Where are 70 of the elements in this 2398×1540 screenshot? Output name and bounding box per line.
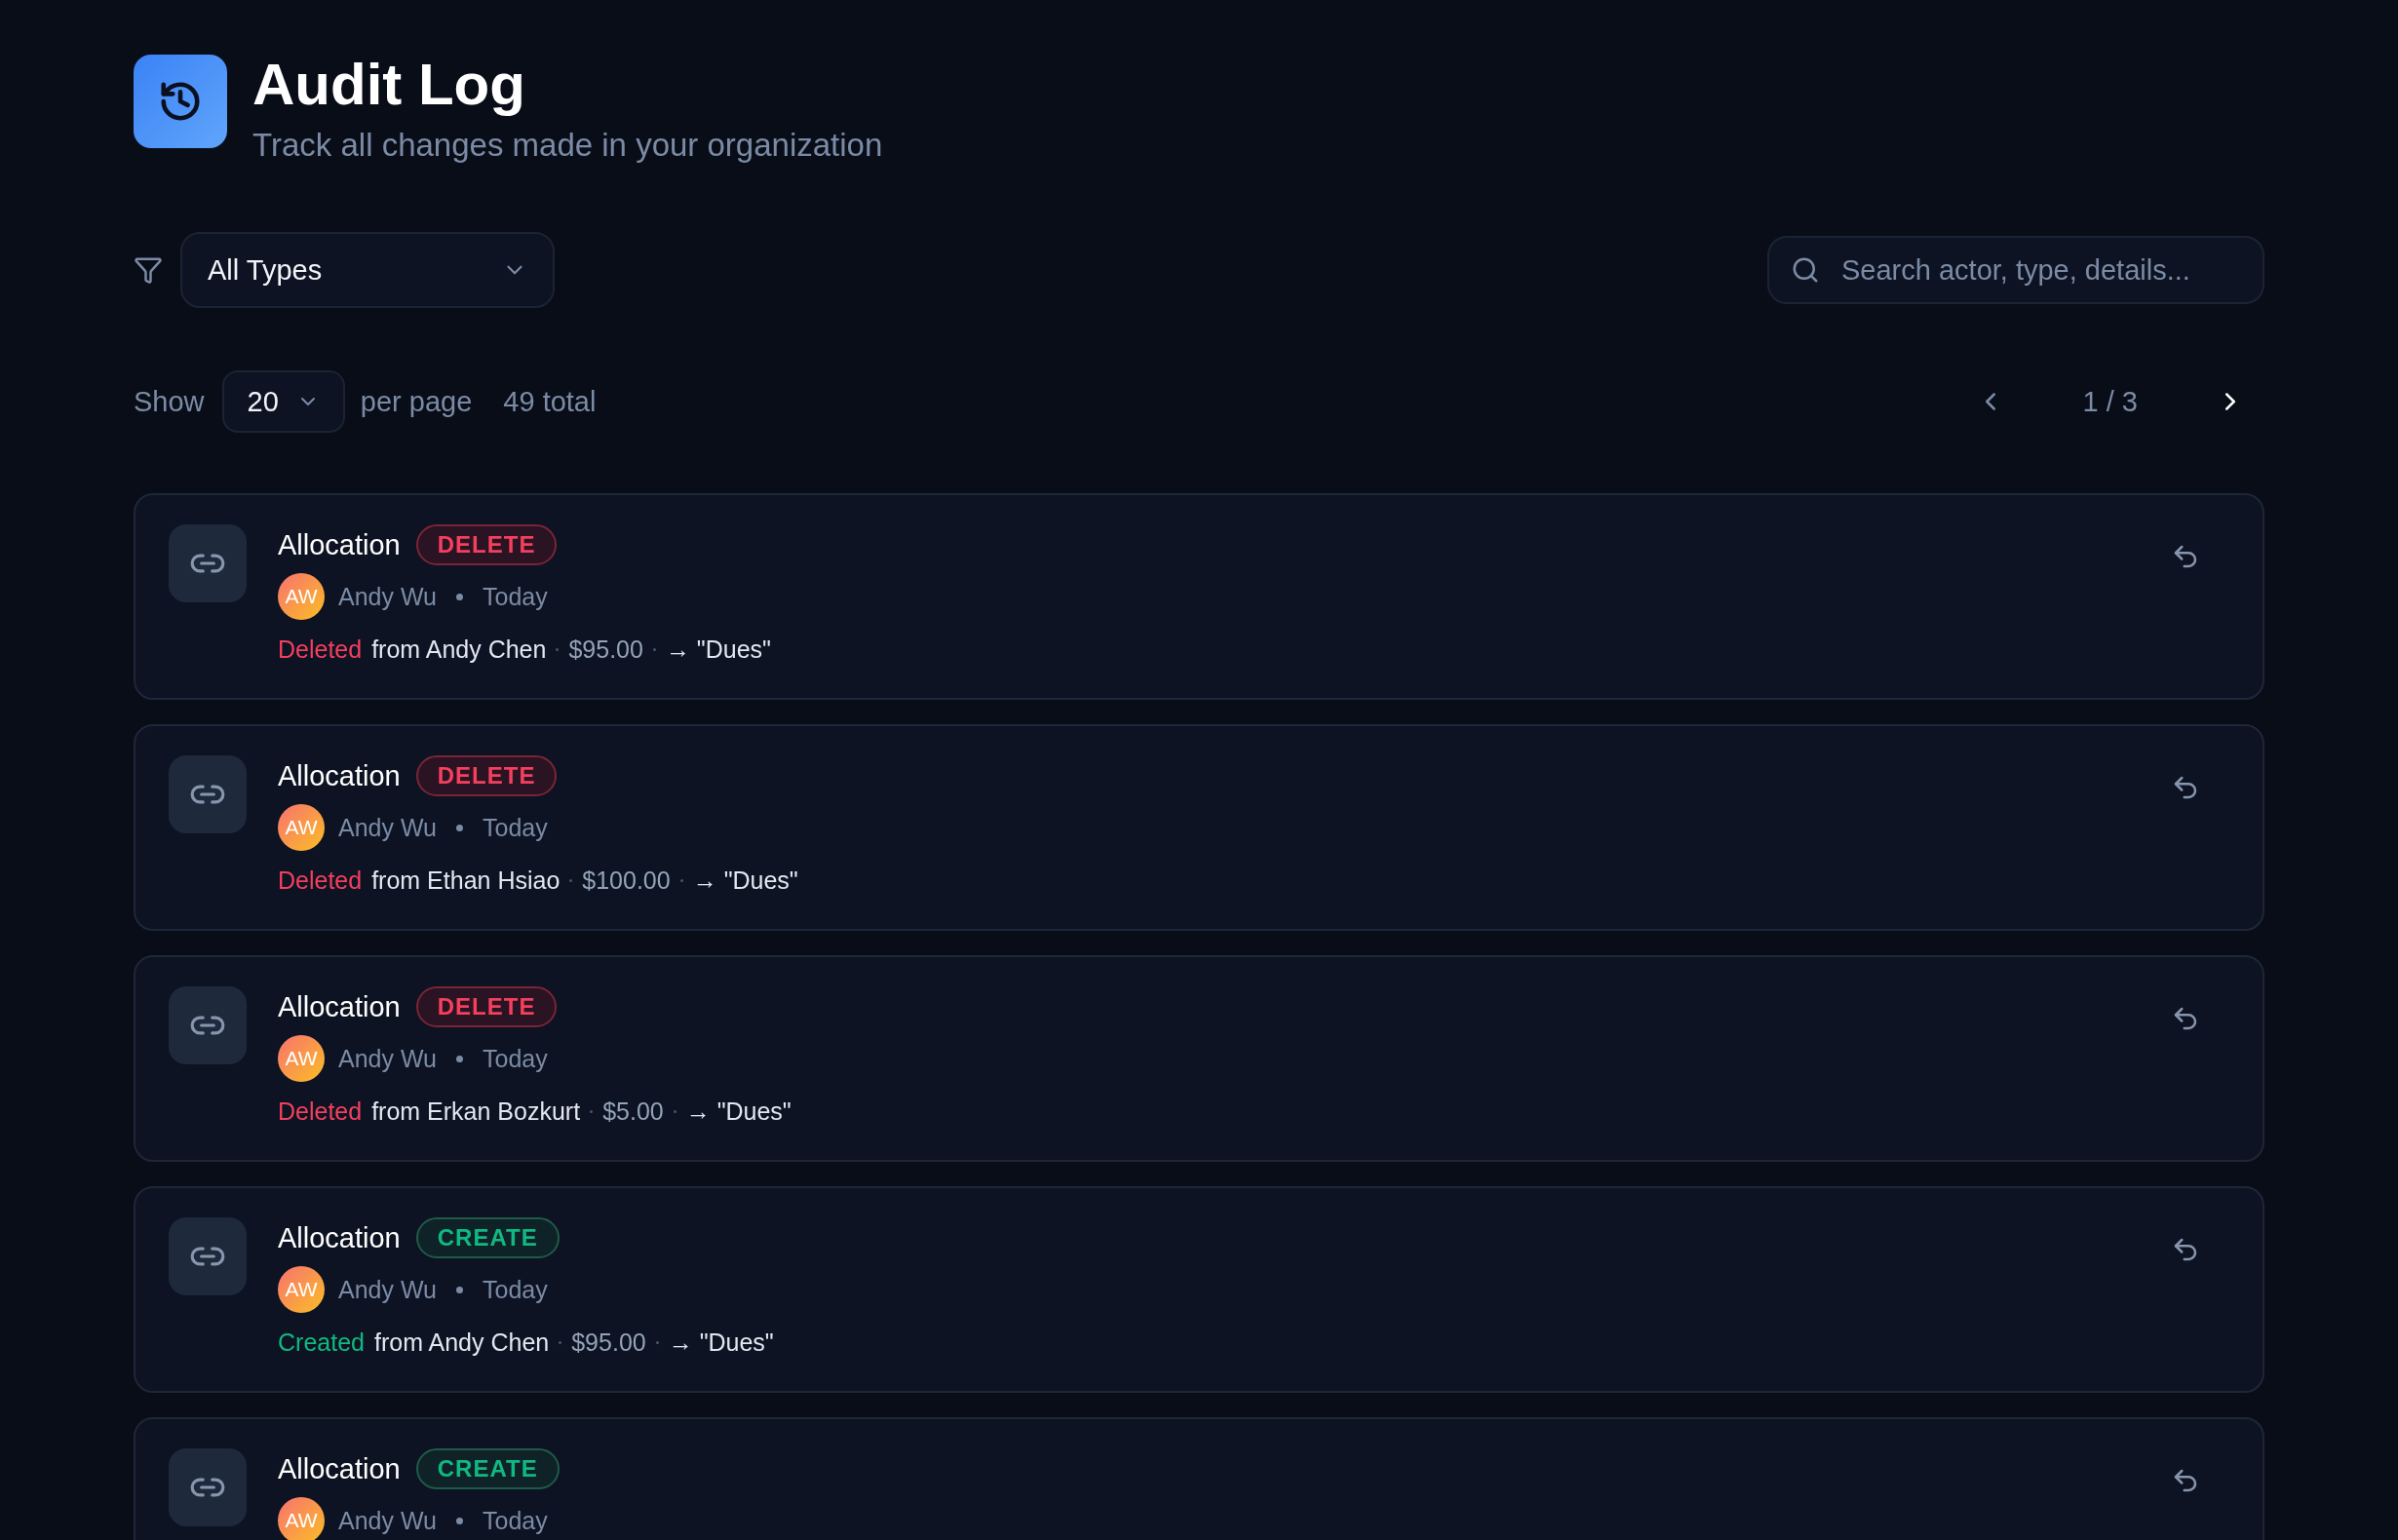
type-select[interactable]: All Types xyxy=(180,232,555,308)
search-field[interactable]: Search actor, type, details... xyxy=(1767,236,2264,304)
per-page-label: per page xyxy=(360,385,473,418)
actor-name: Andy Wu xyxy=(338,1275,437,1304)
filter-icon xyxy=(134,255,163,285)
separator-dot xyxy=(456,1517,463,1524)
link-icon xyxy=(169,524,247,602)
separator-dot xyxy=(456,1055,463,1062)
source-text: from Andy Chen xyxy=(371,635,547,664)
page-size-select[interactable]: 20 xyxy=(221,370,345,433)
separator-dot xyxy=(590,1110,594,1113)
total-count: 49 total xyxy=(503,385,597,418)
target-text: → "Dues" xyxy=(665,635,771,664)
entity-name: Allocation xyxy=(278,990,401,1023)
timestamp: Today xyxy=(483,1506,548,1535)
separator-dot xyxy=(569,879,573,882)
search-icon xyxy=(1791,255,1820,285)
actor-name: Andy Wu xyxy=(338,1044,437,1073)
separator-dot xyxy=(559,1341,562,1344)
separator-dot xyxy=(679,879,683,882)
action-verb: Deleted xyxy=(278,866,363,895)
entity-name: Allocation xyxy=(278,1221,401,1254)
page-title: Audit Log xyxy=(252,53,526,117)
avatar: AW xyxy=(278,804,325,851)
source-text: from Erkan Bozkurt xyxy=(371,1097,581,1126)
action-badge: DELETE xyxy=(415,986,558,1027)
target-text: → "Dues" xyxy=(668,1328,774,1357)
avatar: AW xyxy=(278,573,325,620)
avatar: AW xyxy=(278,1497,325,1540)
amount: $95.00 xyxy=(568,635,643,664)
timestamp: Today xyxy=(483,582,548,611)
separator-dot xyxy=(655,1341,659,1344)
actor-name: Andy Wu xyxy=(338,1506,437,1535)
action-badge: DELETE xyxy=(415,755,558,796)
link-icon xyxy=(169,986,247,1064)
entity-name: Allocation xyxy=(278,528,401,561)
target-text: → "Dues" xyxy=(685,1097,792,1126)
source-text: from Andy Chen xyxy=(373,1328,550,1357)
amount: $95.00 xyxy=(571,1328,646,1357)
page-indicator: 1 / 3 xyxy=(2082,385,2138,418)
link-icon xyxy=(169,1448,247,1526)
link-icon xyxy=(169,1217,247,1295)
action-badge: DELETE xyxy=(415,524,558,565)
avatar: AW xyxy=(278,1035,325,1082)
entity-name: Allocation xyxy=(278,1452,401,1485)
action-verb: Deleted xyxy=(278,635,363,664)
timestamp: Today xyxy=(483,1044,548,1073)
amount: $100.00 xyxy=(582,866,671,895)
action-verb: Deleted xyxy=(278,1097,363,1126)
target-text: → "Dues" xyxy=(692,866,798,895)
separator-dot xyxy=(673,1110,677,1113)
amount: $5.00 xyxy=(602,1097,664,1126)
timestamp: Today xyxy=(483,1275,548,1304)
source-text: from Ethan Hsiao xyxy=(371,866,561,895)
action-badge: CREATE xyxy=(415,1217,560,1258)
timestamp: Today xyxy=(483,813,548,842)
separator-dot xyxy=(456,1286,463,1293)
page-subtitle: Track all changes made in your organization xyxy=(252,127,883,164)
actor-name: Andy Wu xyxy=(338,582,437,611)
entity-name: Allocation xyxy=(278,759,401,792)
action-verb: Created xyxy=(278,1328,365,1357)
separator-dot xyxy=(456,593,463,600)
avatar: AW xyxy=(278,1266,325,1313)
action-badge: CREATE xyxy=(415,1448,560,1489)
separator-dot xyxy=(652,648,656,651)
link-icon xyxy=(169,755,247,833)
actor-name: Andy Wu xyxy=(338,813,437,842)
separator-dot xyxy=(456,824,463,831)
separator-dot xyxy=(556,648,560,651)
show-label: Show xyxy=(134,385,205,418)
